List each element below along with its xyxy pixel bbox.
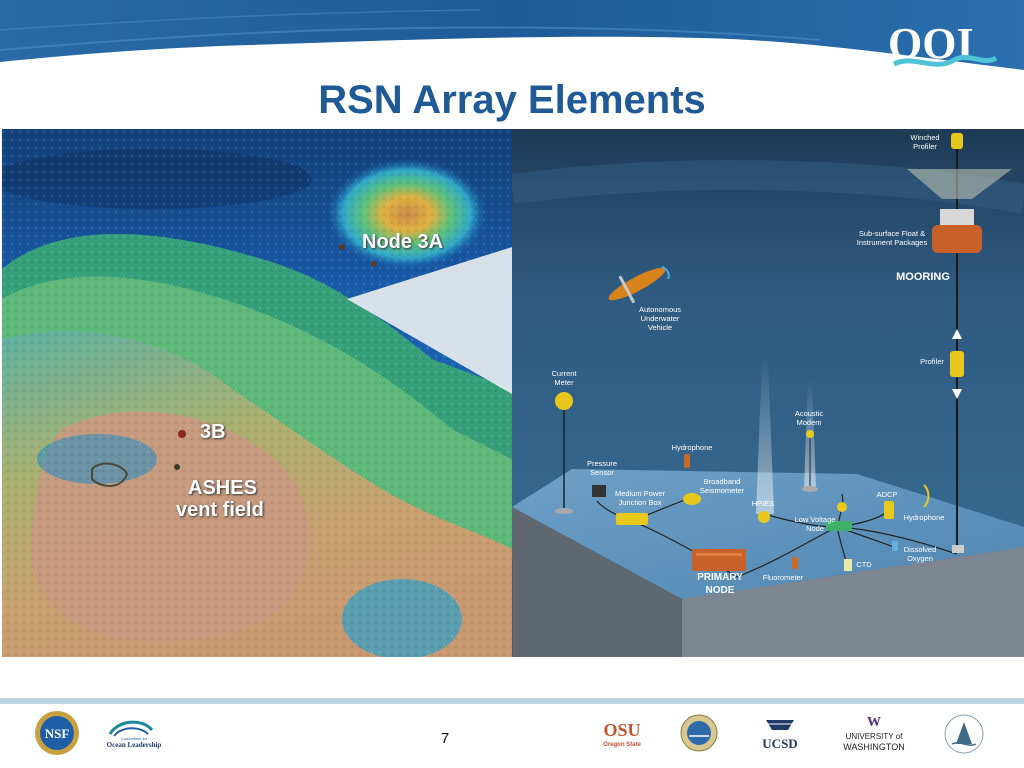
label-low-voltage-node-l2: Node xyxy=(806,524,824,533)
map-label-node-3a: Node 3A xyxy=(362,231,444,253)
array-diagram: Winched Profiler Sub-surface Float & Ins… xyxy=(512,129,1024,657)
label-acoustic-modem: Acoustic Modem xyxy=(784,409,834,427)
label-mooring: MOORING xyxy=(896,271,950,283)
label-current-meter-l2: Meter xyxy=(554,378,574,387)
label-medium-power-jb-l1: Medium Power xyxy=(614,489,666,498)
label-auv-l3: Vehicle xyxy=(647,323,673,332)
slide-title: RSN Array Elements xyxy=(318,78,706,122)
label-pressure-sensor-l1: Pressure xyxy=(586,459,617,468)
label-ctd: CTD xyxy=(856,560,872,569)
uw-logo-text1: UNIVERSITY of xyxy=(846,732,904,741)
osu-logo-text1: OSU xyxy=(603,720,640,740)
label-winched-profiler-l1: Winched xyxy=(910,133,940,142)
ocean-leadership-logo: Consortium for Ocean Leadership xyxy=(104,714,164,754)
label-low-voltage-node: Low Voltage Node xyxy=(790,515,840,533)
page-number: 7 xyxy=(440,730,450,747)
label-acoustic-modem-l1: Acoustic xyxy=(794,409,824,418)
map-label-ashes-line2: vent field xyxy=(176,499,264,521)
label-dissolved-oxygen-l2: Oxygen xyxy=(907,554,933,563)
mbari-seal-logo xyxy=(944,714,984,754)
label-pressure-sensor: Pressure Sensor xyxy=(582,459,622,477)
whoi-seal-logo xyxy=(680,714,718,752)
label-hpies: HPIES xyxy=(751,499,775,508)
label-primary-node-l2: NODE xyxy=(705,585,735,596)
label-auv-l2: Underwater xyxy=(640,314,680,323)
label-pressure-sensor-l2: Sensor xyxy=(590,468,614,477)
label-hydrophone-right: Hydrophone xyxy=(903,513,945,522)
label-medium-power-jb-l2: Junction Box xyxy=(618,498,662,507)
label-current-meter-l1: Current xyxy=(551,369,577,378)
osu-logo-text2: Oregon State xyxy=(603,742,641,748)
svg-text:W: W xyxy=(867,715,881,730)
map-label-node-3b: 3B xyxy=(200,421,226,443)
map-label-ashes-line1: ASHES xyxy=(188,477,257,499)
label-broadband-seismometer-l1: Broadband xyxy=(703,477,741,486)
label-primary-node: PRIMARY NODE xyxy=(688,571,752,597)
osu-logo: OSU Oregon State xyxy=(602,714,642,754)
label-adcp: ADCP xyxy=(876,490,898,499)
label-auv: Autonomous Underwater Vehicle xyxy=(630,305,690,332)
uw-logo: W UNIVERSITY of WASHINGTON xyxy=(836,714,912,754)
bathymetry-image xyxy=(2,129,512,657)
label-primary-node-l1: PRIMARY xyxy=(697,572,743,583)
label-winched-profiler-l2: Profiler xyxy=(913,142,937,151)
ucsd-logo: UCSD xyxy=(754,714,806,754)
label-current-meter: Current Meter xyxy=(544,369,584,387)
label-broadband-seismometer-l2: Seismometer xyxy=(699,486,745,495)
label-dissolved-oxygen: Dissolved Oxygen xyxy=(898,545,942,563)
bathymetry-map: Node 3A 3B ASHES vent field xyxy=(2,129,512,657)
label-subsurface-float-l2: Instrument Packages xyxy=(856,238,928,247)
label-fluorometer: Fluorometer xyxy=(762,573,804,582)
label-subsurface-float: Sub-surface Float & Instrument Packages xyxy=(852,229,932,247)
label-dissolved-oxygen-l1: Dissolved xyxy=(903,545,937,554)
label-subsurface-float-l1: Sub-surface Float & xyxy=(858,229,926,238)
nsf-logo-text: NSF xyxy=(45,726,70,741)
ocean-leadership-text2: Ocean Leadership xyxy=(107,741,162,749)
label-acoustic-modem-l2: Modem xyxy=(796,418,822,427)
footer-rule xyxy=(0,698,1024,704)
nsf-logo: NSF xyxy=(34,710,80,756)
label-profiler: Profiler xyxy=(920,357,944,366)
map-label-ashes: ASHES vent field xyxy=(176,477,264,521)
label-hydrophone-top: Hydrophone xyxy=(671,443,713,452)
label-low-voltage-node-l1: Low Voltage xyxy=(794,515,836,524)
label-broadband-seismometer: Broadband Seismometer xyxy=(692,477,752,495)
uw-logo-text2: WASHINGTON xyxy=(843,742,905,752)
ooi-logo: OOI xyxy=(884,14,1004,74)
ucsd-logo-text: UCSD xyxy=(762,736,797,751)
label-winched-profiler: Winched Profiler xyxy=(900,133,950,151)
label-medium-power-jb: Medium Power Junction Box xyxy=(610,489,670,507)
label-auv-l1: Autonomous xyxy=(638,305,682,314)
